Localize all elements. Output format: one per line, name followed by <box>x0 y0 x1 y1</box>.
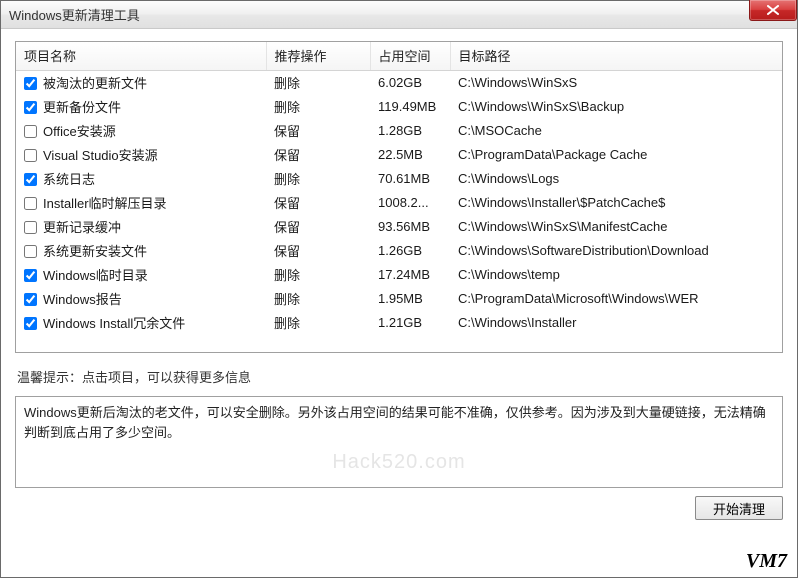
item-size: 1008.2... <box>370 191 450 215</box>
items-listview: 项目名称 推荐操作 占用空间 目标路径 被淘汰的更新文件删除6.02GBC:\W… <box>16 42 782 335</box>
item-size: 22.5MB <box>370 143 450 167</box>
item-name: 系统更新安装文件 <box>43 244 147 259</box>
item-name: Windows临时目录 <box>43 268 148 283</box>
item-checkbox[interactable] <box>24 293 37 306</box>
item-path: C:\ProgramData\Package Cache <box>450 143 782 167</box>
item-size: 70.61MB <box>370 167 450 191</box>
item-action: 删除 <box>266 311 370 335</box>
table-row[interactable]: Office安装源 保留1.28GBC:\MSOCache <box>16 119 782 143</box>
item-checkbox[interactable] <box>24 149 37 162</box>
column-header-name[interactable]: 项目名称 <box>16 42 266 71</box>
item-checkbox[interactable] <box>24 173 37 186</box>
item-path: C:\Windows\Installer\$PatchCache$ <box>450 191 782 215</box>
watermark-text: Hack520.com <box>16 447 782 477</box>
titlebar: Windows更新清理工具 <box>1 1 797 29</box>
item-path: C:\Windows\WinSxS\Backup <box>450 95 782 119</box>
item-size: 1.95MB <box>370 287 450 311</box>
hint-text: 温馨提示：点击项目，可以获得更多信息 <box>15 363 783 390</box>
start-clean-button[interactable]: 开始清理 <box>695 496 783 520</box>
item-checkbox[interactable] <box>24 197 37 210</box>
item-checkbox[interactable] <box>24 317 37 330</box>
item-checkbox[interactable] <box>24 245 37 258</box>
table-row[interactable]: 被淘汰的更新文件 删除6.02GBC:\Windows\WinSxS <box>16 71 782 96</box>
table-row[interactable]: 更新记录缓冲 保留93.56MBC:\Windows\WinSxS\Manifes… <box>16 215 782 239</box>
item-name: 系统日志 <box>43 172 95 187</box>
item-size: 1.28GB <box>370 119 450 143</box>
table-row[interactable]: Installer临时解压目录 保留1008.2...C:\Windows\Ins… <box>16 191 782 215</box>
description-text: Windows更新后淘汰的老文件，可以安全删除。另外该占用空间的结果可能不准确，… <box>24 405 766 440</box>
item-path: C:\Windows\SoftwareDistribution\Download <box>450 239 782 263</box>
item-name: Visual Studio安装源 <box>43 148 158 163</box>
item-size: 1.21GB <box>370 311 450 335</box>
column-header-path[interactable]: 目标路径 <box>450 42 782 71</box>
item-action: 保留 <box>266 191 370 215</box>
item-checkbox[interactable] <box>24 269 37 282</box>
item-action: 删除 <box>266 71 370 96</box>
table-row[interactable]: Windows报告 删除1.95MBC:\ProgramData\Microsof… <box>16 287 782 311</box>
item-path: C:\Windows\temp <box>450 263 782 287</box>
column-header-row: 项目名称 推荐操作 占用空间 目标路径 <box>16 42 782 71</box>
table-row[interactable]: Windows临时目录 删除17.24MBC:\Windows\temp <box>16 263 782 287</box>
item-action: 保留 <box>266 215 370 239</box>
item-action: 删除 <box>266 263 370 287</box>
table-row[interactable]: 系统更新安装文件 保留1.26GBC:\Windows\SoftwareDistr… <box>16 239 782 263</box>
item-size: 93.56MB <box>370 215 450 239</box>
item-path: C:\Windows\Installer <box>450 311 782 335</box>
item-name: 更新记录缓冲 <box>43 220 121 235</box>
content-area: 项目名称 推荐操作 占用空间 目标路径 被淘汰的更新文件删除6.02GBC:\W… <box>1 29 797 577</box>
item-size: 1.26GB <box>370 239 450 263</box>
close-icon <box>767 5 779 15</box>
item-path: C:\Windows\WinSxS\ManifestCache <box>450 215 782 239</box>
app-window: Windows更新清理工具 项目名称 推荐操作 占用空间 目标路径 <box>0 0 798 578</box>
item-checkbox[interactable] <box>24 221 37 234</box>
vm-label: VM7 <box>746 550 787 573</box>
item-path: C:\Windows\WinSxS <box>450 71 782 96</box>
item-action: 保留 <box>266 239 370 263</box>
item-name: Installer临时解压目录 <box>43 196 167 211</box>
table-row[interactable]: 系统日志 删除70.61MBC:\Windows\Logs <box>16 167 782 191</box>
item-size: 119.49MB <box>370 95 450 119</box>
close-button[interactable] <box>749 0 797 21</box>
items-list-panel: 项目名称 推荐操作 占用空间 目标路径 被淘汰的更新文件删除6.02GBC:\W… <box>15 41 783 353</box>
table-row[interactable]: Windows Install冗余文件 删除1.21GBC:\Windows\In… <box>16 311 782 335</box>
item-checkbox[interactable] <box>24 77 37 90</box>
item-action: 删除 <box>266 167 370 191</box>
window-title: Windows更新清理工具 <box>9 5 140 24</box>
item-checkbox[interactable] <box>24 101 37 114</box>
item-name: Windows报告 <box>43 292 122 307</box>
item-path: C:\Windows\Logs <box>450 167 782 191</box>
item-action: 删除 <box>266 95 370 119</box>
description-panel: Windows更新后淘汰的老文件，可以安全删除。另外该占用空间的结果可能不准确，… <box>15 396 783 488</box>
table-row[interactable]: Visual Studio安装源 保留22.5MBC:\ProgramData\P… <box>16 143 782 167</box>
item-checkbox[interactable] <box>24 125 37 138</box>
column-header-action[interactable]: 推荐操作 <box>266 42 370 71</box>
item-action: 保留 <box>266 119 370 143</box>
item-action: 保留 <box>266 143 370 167</box>
item-size: 6.02GB <box>370 71 450 96</box>
item-action: 删除 <box>266 287 370 311</box>
item-path: C:\ProgramData\Microsoft\Windows\WER <box>450 287 782 311</box>
item-name: 更新备份文件 <box>43 100 121 115</box>
item-path: C:\MSOCache <box>450 119 782 143</box>
column-header-size[interactable]: 占用空间 <box>370 42 450 71</box>
item-name: 被淘汰的更新文件 <box>43 76 147 91</box>
item-name: Windows Install冗余文件 <box>43 316 185 331</box>
table-row[interactable]: 更新备份文件 删除119.49MBC:\Windows\WinSxS\Backup <box>16 95 782 119</box>
item-name: Office安装源 <box>43 124 116 139</box>
footer: 开始清理 <box>15 496 783 520</box>
item-size: 17.24MB <box>370 263 450 287</box>
